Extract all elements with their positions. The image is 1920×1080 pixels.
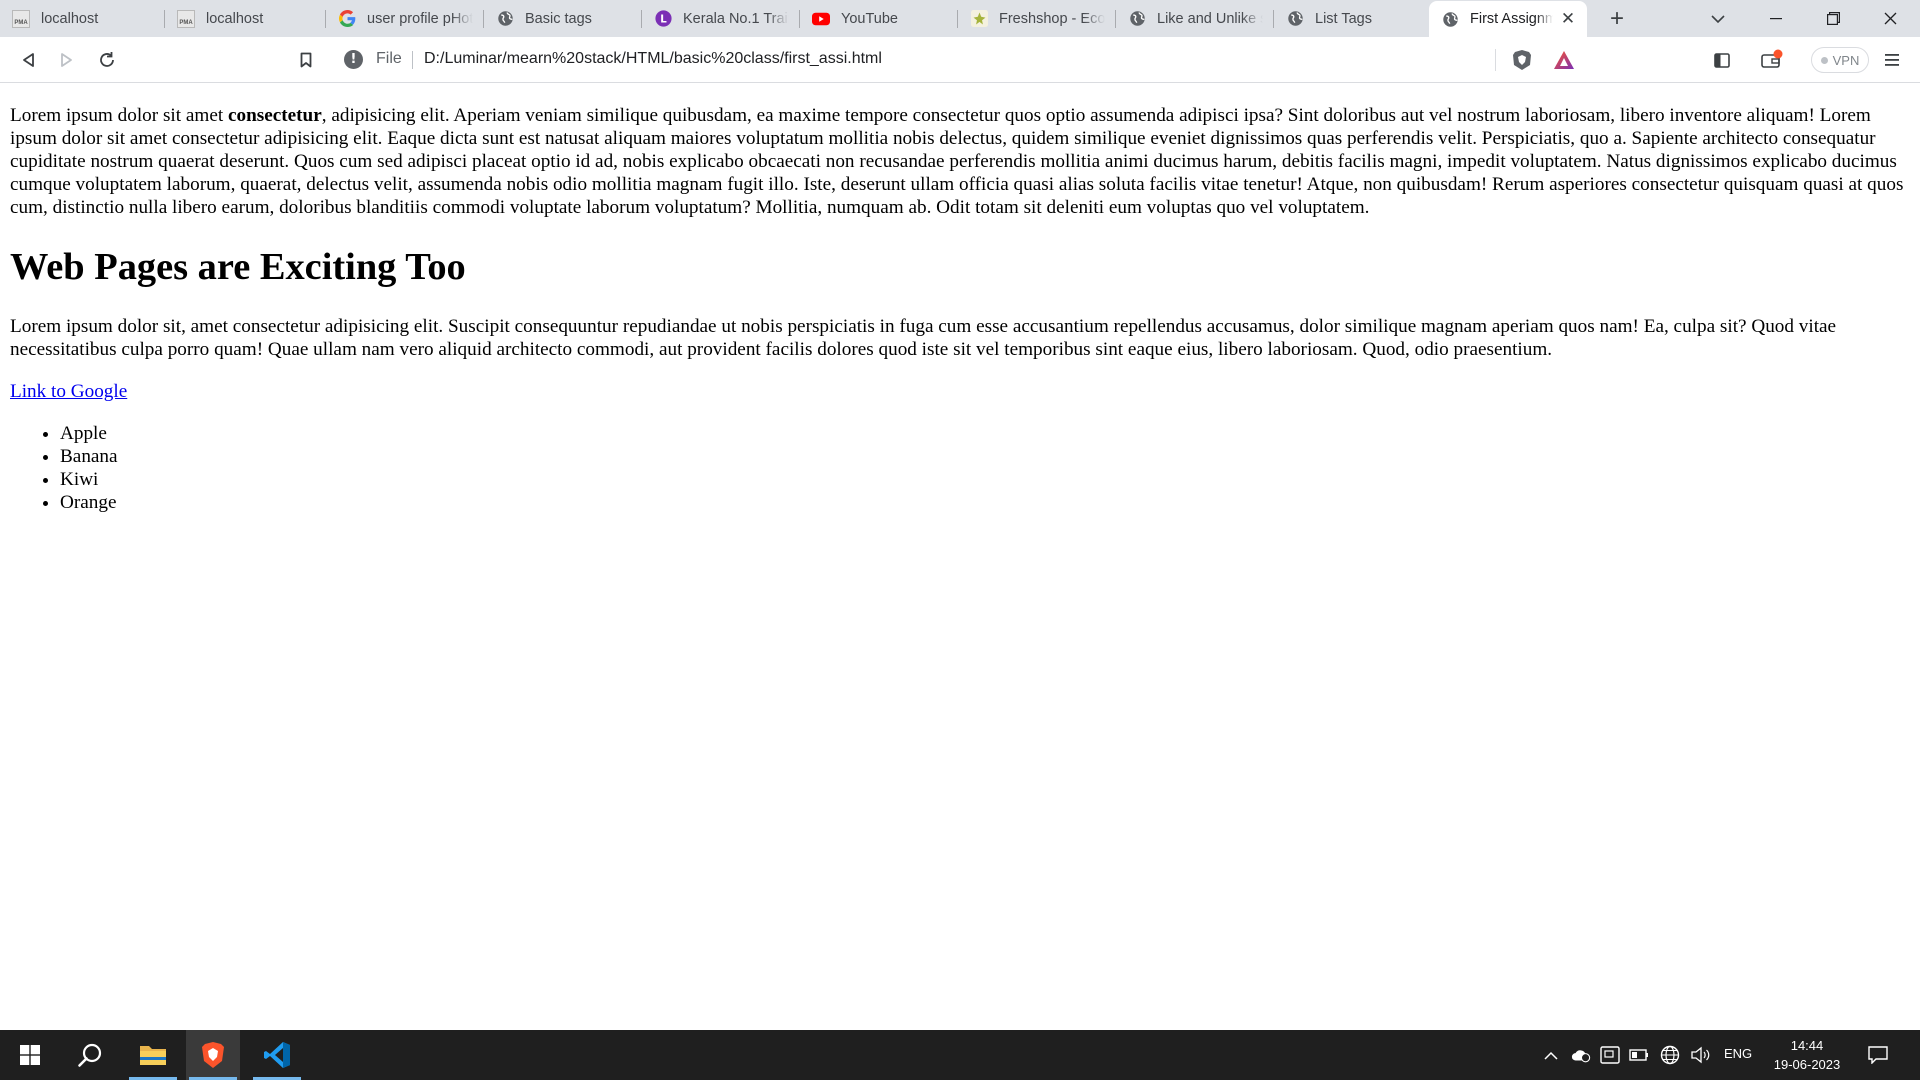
intro-paragraph: Lorem ipsum dolor sit amet consectetur, … xyxy=(10,104,1910,219)
tab-title: Kerala No.1 Training xyxy=(683,10,789,27)
onedrive-icon[interactable] xyxy=(1571,1045,1591,1065)
start-button[interactable] xyxy=(6,1030,54,1080)
notifications-icon[interactable] xyxy=(1868,1045,1888,1065)
tab-title: YouTube xyxy=(841,10,898,27)
back-button[interactable] xyxy=(12,44,44,76)
youtube-icon xyxy=(812,10,830,28)
tab-first-assignment[interactable]: First Assignment ✕ xyxy=(1429,1,1587,37)
brave-rewards-icon[interactable] xyxy=(1548,44,1580,76)
close-tab-icon[interactable]: ✕ xyxy=(1559,9,1577,28)
vscode-icon[interactable] xyxy=(250,1030,304,1080)
second-paragraph: Lorem ipsum dolor sit, amet consectetur … xyxy=(10,316,1837,360)
google-link[interactable]: Link to Google xyxy=(10,381,127,402)
forward-button[interactable] xyxy=(51,44,83,76)
minimize-button[interactable] xyxy=(1749,0,1803,37)
reload-button[interactable] xyxy=(91,44,123,76)
tab-title: Basic tags xyxy=(525,10,592,27)
address-scheme-label: File xyxy=(376,50,402,67)
volume-icon[interactable] xyxy=(1690,1045,1710,1065)
meet-now-icon[interactable] xyxy=(1600,1045,1620,1065)
file-explorer-icon[interactable] xyxy=(126,1030,180,1080)
globe-icon xyxy=(1286,10,1304,28)
tab-list-tags[interactable]: List Tags xyxy=(1274,0,1431,37)
tab-kerala-training[interactable]: L Kerala No.1 Training xyxy=(642,0,799,37)
site-info-icon[interactable]: ! xyxy=(344,50,363,69)
tab-title: First Assignment xyxy=(1470,11,1553,27)
close-window-button[interactable] xyxy=(1863,0,1917,37)
svg-text:L: L xyxy=(660,14,667,25)
tab-freshshop[interactable]: Freshshop - Ecommerce xyxy=(958,0,1115,37)
tab-like-unlike[interactable]: Like and Unlike some xyxy=(1116,0,1273,37)
phpmyadmin-icon: PMA xyxy=(12,9,30,28)
globe-icon xyxy=(496,10,514,28)
tab-localhost-2[interactable]: PMA localhost xyxy=(165,0,325,37)
sidebar-toggle-icon[interactable] xyxy=(1706,44,1738,76)
list-item: Apple xyxy=(60,422,1910,445)
vpn-button[interactable]: VPN xyxy=(1811,47,1869,73)
tab-title: localhost xyxy=(41,10,99,27)
tab-title: Freshshop - Ecommerce xyxy=(999,10,1105,27)
search-icon[interactable] xyxy=(64,1030,116,1080)
menu-icon[interactable] xyxy=(1876,44,1908,76)
tab-youtube[interactable]: YouTube xyxy=(800,0,957,37)
brave-wallet-icon[interactable] xyxy=(1756,44,1788,76)
tab-title: List Tags xyxy=(1315,10,1372,27)
phpmyadmin-icon: PMA xyxy=(177,9,195,28)
list-item: Kiwi xyxy=(60,468,1910,491)
globe-icon xyxy=(1128,10,1146,28)
windows-taskbar: ENG 14:44 19-06-2023 xyxy=(0,1030,1920,1080)
tab-basic-tags[interactable]: Basic tags xyxy=(484,0,641,37)
google-icon xyxy=(338,10,356,28)
address-right-divider xyxy=(1495,49,1496,71)
bookmark-icon[interactable] xyxy=(290,44,322,76)
paragraph-text: Lorem ipsum dolor sit amet xyxy=(10,105,228,126)
link-container: Link to Google xyxy=(10,380,1910,403)
vpn-label: VPN xyxy=(1832,52,1860,68)
tab-localhost-1[interactable]: PMA localhost xyxy=(0,0,164,37)
fruit-list: Apple Banana Kiwi Orange xyxy=(60,422,1910,514)
list-item: Orange xyxy=(60,491,1910,514)
clock-date: 19-06-2023 xyxy=(1773,1057,1841,1072)
brave-shields-icon[interactable] xyxy=(1506,44,1538,76)
address-bar[interactable]: ! File D:/Luminar/mearn%20stack/HTML/bas… xyxy=(333,42,1586,77)
clock-time: 14:44 xyxy=(1790,1038,1824,1053)
address-url[interactable]: D:/Luminar/mearn%20stack/HTML/basic%20cl… xyxy=(424,50,882,68)
network-globe-icon[interactable] xyxy=(1660,1045,1680,1065)
browser-toolbar: ! File D:/Luminar/mearn%20stack/HTML/bas… xyxy=(0,37,1920,83)
tab-strip: PMA localhost PMA localhost user profile… xyxy=(0,0,1920,37)
freshshop-icon xyxy=(970,10,988,28)
show-hidden-icons-chevron-icon[interactable] xyxy=(1541,1045,1561,1065)
input-language[interactable]: ENG xyxy=(1724,1046,1752,1061)
tab-title: localhost xyxy=(206,10,264,27)
globe-icon xyxy=(1441,10,1459,28)
page-content: Lorem ipsum dolor sit amet consectetur, … xyxy=(0,84,1920,1030)
tab-title: user profile pHoto xyxy=(367,10,473,27)
bold-text: consectetur xyxy=(227,105,322,126)
tab-user-profile[interactable]: user profile pHoto xyxy=(326,0,483,37)
brave-browser-icon[interactable] xyxy=(186,1030,240,1080)
address-divider xyxy=(412,51,413,69)
luminar-icon: L xyxy=(654,10,672,28)
tab-title: Like and Unlike some xyxy=(1157,10,1263,27)
battery-icon[interactable] xyxy=(1629,1045,1649,1065)
restore-button[interactable] xyxy=(1806,0,1860,37)
tab-search-chevron-icon[interactable] xyxy=(1703,4,1733,34)
vpn-status-dot xyxy=(1820,56,1828,64)
list-item: Banana xyxy=(60,445,1910,468)
new-tab-button[interactable]: + xyxy=(1602,4,1632,34)
taskbar-clock[interactable]: 14:44 19-06-2023 xyxy=(1762,1036,1852,1074)
page-heading: Web Pages are Exciting Too xyxy=(10,246,466,288)
